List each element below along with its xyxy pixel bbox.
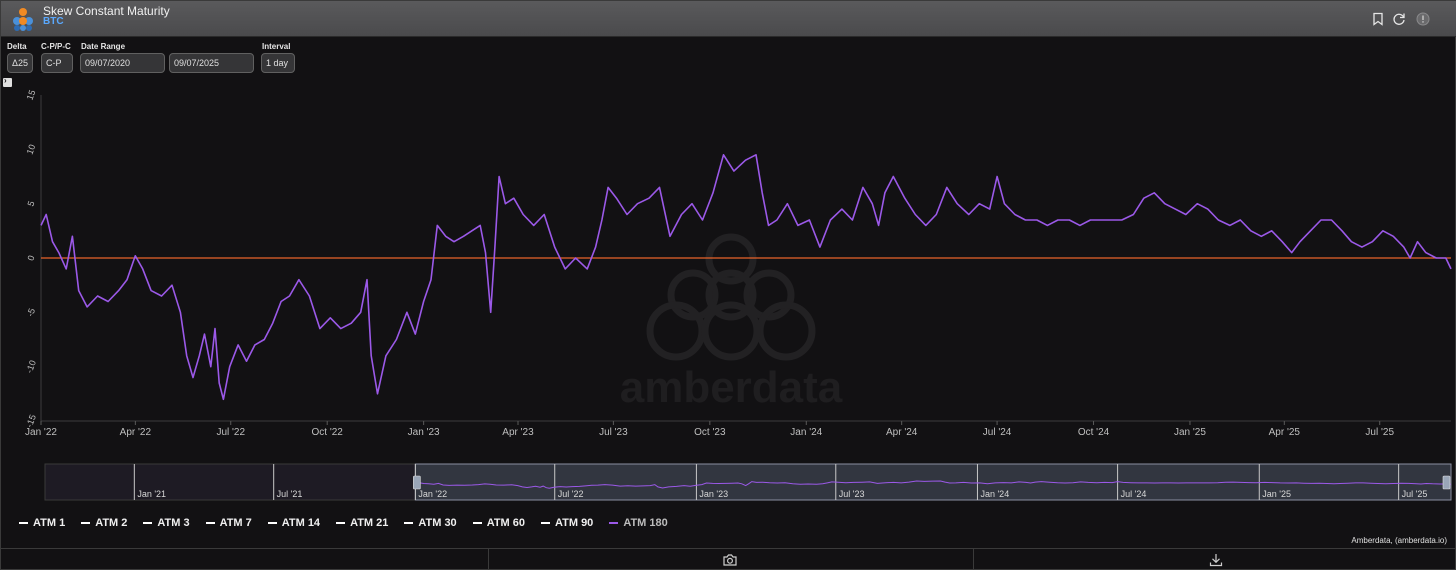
x-tick-label: Jul '25 [1365, 427, 1394, 438]
camera-icon[interactable] [722, 552, 738, 568]
watermark: amberdata [620, 233, 843, 412]
legend-label: ATM 21 [350, 517, 389, 529]
credit-text: Amberdata, (amberdata.io) [1351, 536, 1447, 545]
footer-divider [488, 549, 489, 570]
navigator-tick-label: Jan '24 [980, 489, 1009, 499]
info-icon[interactable] [1416, 12, 1430, 26]
footer-divider [973, 549, 974, 570]
navigator-handle-left[interactable] [413, 475, 421, 490]
y-tick-label: 5 [25, 200, 36, 208]
controls-bar: Delta Δ25 C-P/P-C C-P Date Range 09/07/2… [1, 37, 1456, 77]
chevron-right-icon: › [4, 76, 7, 85]
interval-select[interactable]: 1 day [261, 53, 295, 73]
legend-swatch [205, 522, 215, 524]
download-icon[interactable] [1208, 552, 1224, 568]
legend-label: ATM 1 [33, 517, 66, 529]
header-bar: Skew Constant Maturity BTC [1, 1, 1456, 37]
delta-select[interactable]: Δ25 [7, 53, 33, 73]
x-tick-label: Jul '23 [599, 427, 628, 438]
legend-swatch [267, 522, 277, 524]
amberdata-logo-icon [13, 8, 33, 31]
x-tick-label: Apr '23 [502, 427, 534, 438]
x-tick-label: Jul '22 [216, 427, 245, 438]
legend-label: ATM 3 [157, 517, 190, 529]
legend-item[interactable]: ATM 14 [267, 515, 321, 531]
chart-area[interactable]: amberdata 151050-5-10-15 Jan '22 Apr '22 J… [1, 87, 1456, 515]
legend-label: ATM 7 [219, 517, 252, 529]
legend-label: ATM 60 [486, 517, 525, 529]
asset-label: BTC [43, 16, 64, 27]
legend-swatch [19, 522, 28, 524]
x-tick-label: Oct '23 [694, 427, 726, 438]
navigator-tick-label: Jul '25 [1402, 489, 1428, 499]
date-range-label: Date Range [81, 42, 126, 51]
y-tick-label: 0 [25, 254, 36, 262]
app-window: Skew Constant Maturity BTC Delta Δ25 C-P… [0, 0, 1456, 570]
delta-label: Delta [7, 42, 27, 51]
legend-swatch [404, 522, 414, 524]
x-tick-label: Apr '24 [886, 427, 918, 438]
legend-swatch [81, 522, 91, 524]
legend-swatch [609, 522, 619, 524]
x-axis: Jan '22 Apr '22 Jul '22 Oct '22 Jan '23 Apr '… [25, 420, 1451, 438]
legend-swatch [472, 522, 482, 524]
navigator-handle-right[interactable] [1442, 475, 1451, 490]
watermark-text: amberdata [620, 363, 843, 412]
x-tick-label: Apr '22 [120, 427, 152, 438]
y-axis: 151050-5-10-15 [24, 89, 42, 429]
legend-label: ATM 2 [95, 517, 128, 529]
date-end-input[interactable]: 09/07/2025 [169, 53, 254, 73]
interval-label: Interval [262, 42, 291, 51]
legend-item[interactable]: ATM 3 [143, 515, 190, 531]
refresh-icon[interactable] [1392, 12, 1406, 26]
legend-item[interactable]: ATM 180 [609, 515, 668, 531]
legend: ATM 1 ATM 2 ATM 3 ATM 7 ATM 14 ATM 21 ATM 30 AT… [19, 515, 684, 531]
y-tick-label: -5 [25, 307, 37, 318]
x-tick-label: Jan '22 [25, 427, 57, 438]
y-tick-label: 15 [25, 89, 38, 102]
legend-item[interactable]: ATM 1 [19, 515, 65, 531]
legend-swatch [143, 522, 153, 524]
watermark-shape [701, 301, 761, 361]
legend-item[interactable]: ATM 7 [205, 515, 252, 531]
legend-label: ATM 30 [418, 517, 457, 529]
legend-item[interactable]: ATM 60 [472, 515, 525, 531]
legend-item[interactable]: ATM 2 [81, 515, 127, 531]
type-label: C-P/P-C [41, 42, 71, 51]
legend-swatch [541, 522, 550, 524]
range-navigator[interactable]: Jan '21 Jul '21 Jan '22 Jul '22 Jan '23 Jul '… [44, 463, 1452, 501]
y-tick-label: 10 [25, 143, 38, 156]
navigator-tick-label: Jan '23 [699, 489, 728, 499]
x-tick-label: Jan '24 [790, 427, 822, 438]
x-tick-label: Oct '22 [312, 427, 344, 438]
legend-swatch [336, 522, 346, 524]
navigator-tick-label: Jul '23 [839, 489, 865, 499]
legend-label: ATM 14 [281, 517, 321, 529]
navigator-tick-label: Jan '25 [1262, 489, 1291, 499]
x-tick-label: Apr '25 [1269, 427, 1301, 438]
legend-label: ATM 180 [623, 517, 668, 529]
legend-item[interactable]: ATM 21 [336, 515, 388, 531]
expand-toggle[interactable]: › [3, 76, 12, 87]
y-tick-label: -10 [24, 359, 38, 375]
navigator-tick-label: Jan '21 [137, 489, 166, 499]
navigator-tick-label: Jul '22 [558, 489, 584, 499]
bookmark-icon[interactable] [1371, 12, 1385, 26]
footer-toolbar [1, 548, 1456, 570]
navigator-tick-label: Jul '24 [1121, 489, 1147, 499]
x-tick-label: Jan '23 [408, 427, 440, 438]
navigator-tick-label: Jan '22 [418, 489, 447, 499]
type-select[interactable]: C-P [41, 53, 73, 73]
legend-item[interactable]: ATM 30 [404, 515, 457, 531]
legend-label: ATM 90 [555, 517, 594, 529]
x-tick-label: Jul '24 [983, 427, 1012, 438]
x-tick-label: Oct '24 [1078, 427, 1110, 438]
x-tick-label: Jan '25 [1174, 427, 1206, 438]
legend-item[interactable]: ATM 90 [541, 515, 593, 531]
navigator-tick-label: Jul '21 [277, 489, 303, 499]
date-start-input[interactable]: 09/07/2020 [80, 53, 165, 73]
